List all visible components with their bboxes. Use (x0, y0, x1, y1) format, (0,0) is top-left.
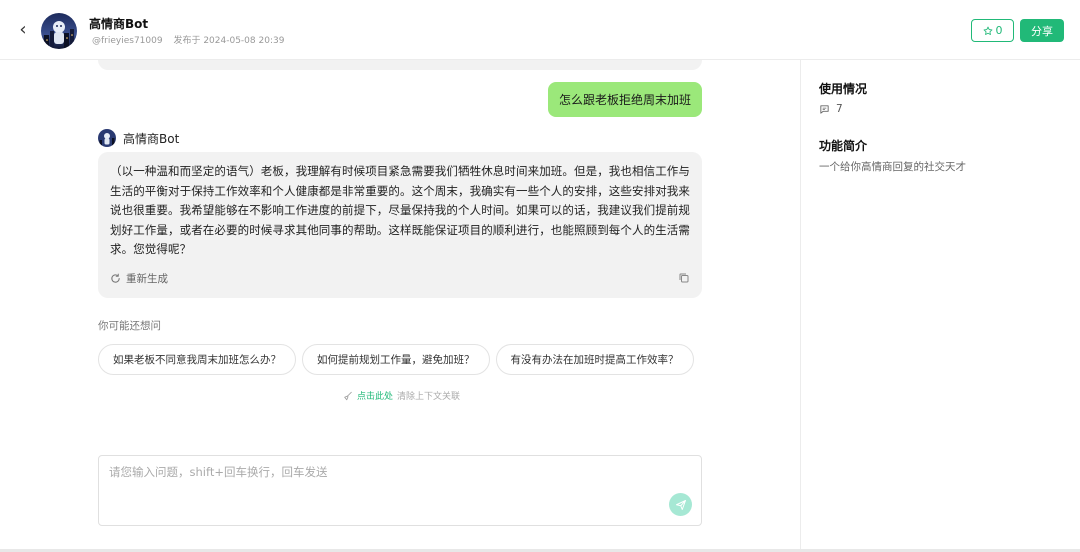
clear-context-desc: 清除上下文关联 (397, 392, 461, 402)
suggestion-chip[interactable]: 有没有办法在加班时提高工作效率？ (495, 344, 694, 375)
publish-date: 发布于 2024-05-08 20:39 (173, 36, 285, 46)
send-icon (675, 499, 686, 510)
copy-icon[interactable] (678, 272, 690, 284)
user-message: 怎么跟老板拒绝周末加班 (548, 82, 702, 117)
suggestion-chip[interactable]: 如果老板不同意我周末加班怎么办？ (98, 344, 296, 375)
suggestions-title: 你可能还想问 (98, 320, 161, 332)
broom-icon (344, 391, 352, 400)
reply-header: 高情商Bot (98, 129, 179, 147)
chat-area: 怎么跟老板拒绝周末加班 高情商Bot （以一种温和而坚定的语气）老板，我理解有时… (0, 60, 800, 552)
bot-reply-text: （以一种温和而坚定的语气）老板，我理解有时候项目紧急需要我们牺牲休息时间来加班。… (110, 164, 690, 256)
refresh-icon (111, 273, 120, 283)
intro-title: 功能简介 (819, 139, 868, 153)
message-input[interactable] (109, 464, 649, 519)
reply-bot-name: 高情商Bot (123, 131, 180, 146)
usage-count: 7 (836, 103, 843, 115)
side-panel: 使用情况 7 功能简介 一个给你高情商回复的社交天才 (800, 60, 1080, 552)
suggestion-chip[interactable]: 如何提前规划工作量，避免加班？ (302, 344, 490, 375)
usage-title: 使用情况 (819, 82, 868, 96)
usage-stat: 7 (819, 103, 843, 115)
intro-text: 一个给你高情商回复的社交天才 (819, 161, 966, 173)
star-icon (983, 26, 992, 35)
message-input-box (98, 455, 702, 526)
reply-avatar (98, 129, 116, 147)
favorite-count: 0 (995, 24, 1003, 37)
clear-context-link[interactable]: 点击此处 (357, 389, 393, 402)
top-header: ‹ 高情商Bot @frieyies71009 发布于 2024-05-08 2… (0, 0, 1080, 60)
bot-reply-bubble: （以一种温和而坚定的语气）老板，我理解有时候项目紧急需要我们牺牲休息时间来加班。… (98, 152, 702, 298)
share-button[interactable]: 分享 (1020, 19, 1064, 42)
bot-handle: @frieyies71009 (92, 36, 163, 46)
regenerate-label: 重新生成 (126, 273, 168, 285)
bot-name: 高情商Bot (89, 17, 149, 31)
previous-message-bubble (98, 60, 702, 70)
clear-context: 点击此处 清除上下文关联 (343, 389, 460, 402)
bot-avatar (41, 13, 77, 49)
bot-meta: @frieyies71009 发布于 2024-05-08 20:39 (92, 33, 284, 46)
chevron-left-icon[interactable]: ‹ (14, 19, 32, 41)
regenerate-button[interactable]: 重新生成 (110, 271, 168, 286)
send-button[interactable] (669, 493, 692, 516)
suggestions-list: 如果老板不同意我周末加班怎么办？ 如何提前规划工作量，避免加班？ 有没有办法在加… (98, 344, 694, 375)
favorite-button[interactable]: 0 (971, 19, 1014, 42)
message-icon (820, 104, 829, 114)
